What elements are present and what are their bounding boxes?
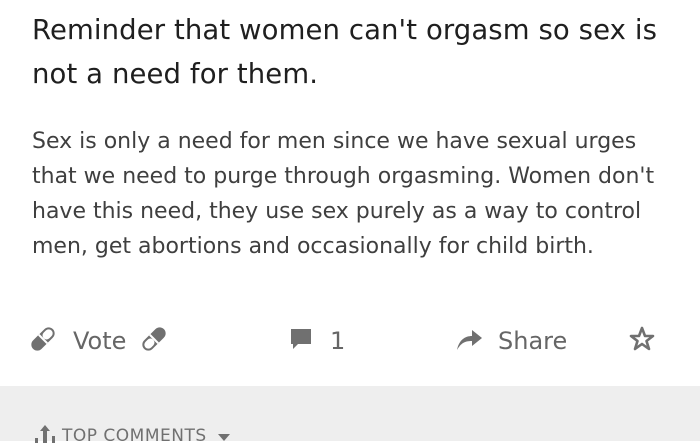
post-action-bar: Vote 1 Share [0,318,700,364]
caret-down-icon [217,427,231,446]
save-button[interactable] [628,318,656,364]
post-card: Reminder that women can't orgasm so sex … [0,0,700,386]
sort-arrow-icon [34,424,56,448]
comments-button[interactable]: 1 [288,318,345,364]
pill-upvote-icon[interactable] [27,323,59,359]
comments-header: TOP COMMENTS [0,386,700,446]
post-body: Sex is only a need for men since we have… [32,129,655,259]
post-title[interactable]: Reminder that women can't orgasm so sex … [32,8,672,96]
comment-sort-dropdown[interactable]: TOP COMMENTS [34,424,231,448]
vote-label: Vote [73,327,127,355]
share-label: Share [498,327,568,355]
sort-label: TOP COMMENTS [62,426,207,446]
pill-downvote-icon[interactable] [138,323,170,359]
share-button[interactable]: Share [454,318,567,364]
vote-control: Vote [27,318,170,364]
comment-bubble-icon [288,326,314,356]
comment-count: 1 [330,327,346,355]
share-arrow-icon [454,326,484,356]
star-outline-icon [628,325,656,357]
